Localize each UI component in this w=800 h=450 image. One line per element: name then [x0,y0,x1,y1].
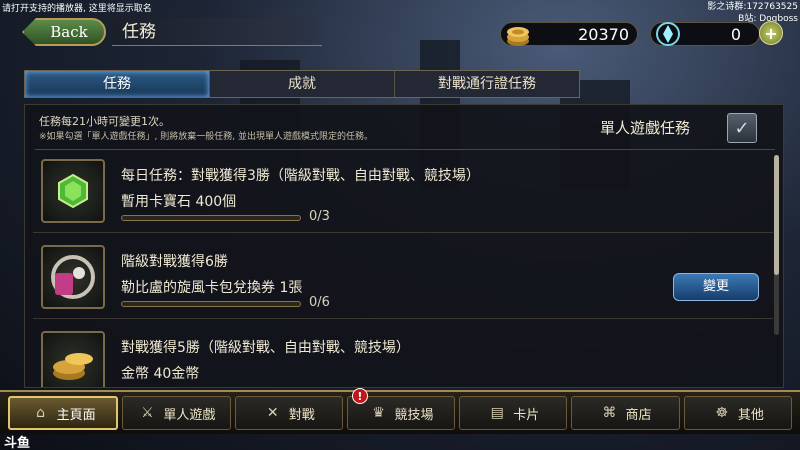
mission-reward: 金幣 40金幣 [121,366,200,382]
solo-mission-checkbox[interactable]: ✓ [727,113,757,143]
notification-badge: ! [351,388,368,404]
nav-cards[interactable]: ▤ 卡片 [459,396,568,430]
sword-icon: ⚔ [141,405,154,421]
tab-missions[interactable]: 任務 [25,71,210,97]
card-pack-ticket-icon [41,245,105,309]
nav-other[interactable]: ☸ 其他 [683,396,792,430]
shop-icon: ⌘ [602,405,617,421]
mission-scrollbar[interactable] [774,155,779,335]
nav-label: 競技場 [394,407,434,423]
nav-label: 對戰 [288,407,315,423]
gold-coins-icon [41,331,105,387]
page-title: 任務 [112,18,322,46]
back-label: Back [50,23,88,41]
stream-group-line1: 影之诗群:172763525 [707,2,798,12]
bottom-navigation: ⌂ 主頁面 ⚔ 單人遊戲 ✕ 對戰 ! ♛ 競技場 ▤ 卡片 ⌘ 商店 ☸ 其他 [0,388,800,434]
mission-progress-text: 0/6 [309,295,330,310]
arena-icon: ♛ [372,405,385,421]
mission-tabs: 任務 成就 對戰通行證任務 [24,70,580,98]
mission-panel: 任務每21小時可變更1次。 ※如果勾選「單人遊戲任務」, 則將放棄一般任務, 並… [24,104,784,388]
nav-arena[interactable]: ! ♛ 競技場 [346,388,456,430]
nav-label: 卡片 [513,407,540,423]
other-icon: ☸ [715,405,729,421]
nav-label: 單人遊戲 [163,407,216,423]
mission-progress-bar [121,301,301,307]
mission-item: 每日任務：對戰獲得3勝（階級對戰、自由對戰、競技場） 暫用卡寶石 400個 0/… [33,153,773,233]
crossed-swords-icon: ✕ [266,405,279,421]
nav-battle[interactable]: ✕ 對戰 [234,396,343,430]
reset-info: 任務每21小時可變更1次。 [39,115,170,128]
scroll-thumb[interactable] [774,155,779,275]
mission-list[interactable]: 每日任務：對戰獲得3勝（階級對戰、自由對戰、競技場） 暫用卡寶石 400個 0/… [33,153,773,387]
mission-title: 對戰獲得5勝（階級對戰、自由對戰、競技場） [121,340,410,356]
mission-title: 階級對戰獲得6勝 [121,254,228,270]
crystal-amount: 0 [730,24,741,44]
tab-achievements[interactable]: 成就 [210,71,395,97]
crystal-counter: 0 [650,22,760,46]
mission-item: 階級對戰獲得6勝 勒比盧的旋風卡包兌換券 1張 0/6 變更 [33,239,773,319]
mission-reward: 勒比盧的旋風卡包兌換券 1張 [121,280,303,296]
nav-label: 其他 [737,407,764,423]
stream-caption: 请打开支持的播放器, 这里将显示取名 [2,4,152,14]
nav-label: 主頁面 [56,407,96,423]
change-mission-button[interactable]: 變更 [673,273,759,301]
nav-solo-play[interactable]: ⚔ 單人遊戲 [122,396,231,430]
gold-counter: 20370 [500,22,638,46]
solo-mission-label: 單人遊戲任務 [600,119,691,137]
cards-icon: ▤ [490,405,504,421]
douyu-watermark: 斗鱼 [4,436,31,450]
tab-battle-pass-missions[interactable]: 對戰通行證任務 [395,71,579,97]
gold-coin-icon [507,27,529,46]
gold-amount: 20370 [578,24,629,44]
mission-progress-bar [121,215,301,221]
green-gem-icon [41,159,105,223]
mission-progress-text: 0/3 [309,209,330,224]
mission-item: 對戰獲得5勝（階級對戰、自由對戰、競技場） 金幣 40金幣 [33,325,773,387]
back-button[interactable]: Back [22,18,106,46]
nav-label: 商店 [625,407,652,423]
mission-title: 每日任務：對戰獲得3勝（階級對戰、自由對戰、競技場） [121,168,480,184]
nav-home[interactable]: ⌂ 主頁面 [8,396,119,430]
home-icon: ⌂ [36,405,46,421]
mission-reward: 暫用卡寶石 400個 [121,194,237,210]
divider [35,149,775,150]
nav-shop[interactable]: ⌘ 商店 [571,396,680,430]
crystal-icon [656,22,680,46]
solo-note: ※如果勾選「單人遊戲任務」, 則將放棄一般任務, 並出現單人遊戲模式限定的任務。 [39,132,373,142]
add-crystal-button[interactable]: + [759,21,783,45]
